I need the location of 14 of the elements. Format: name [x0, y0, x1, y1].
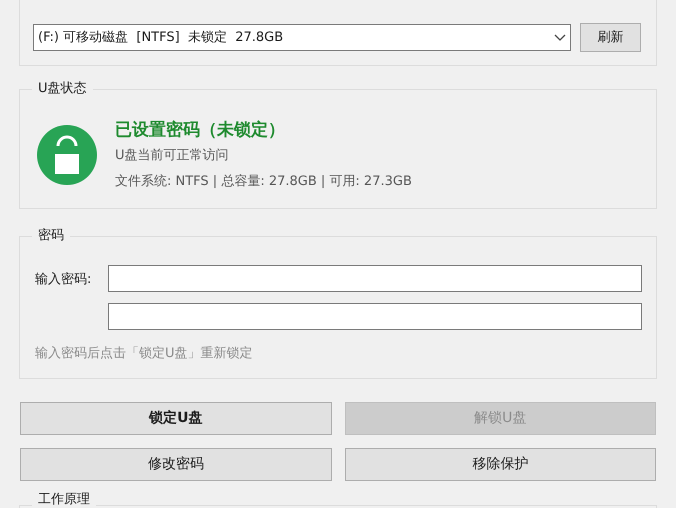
- confirm-password-field[interactable]: [108, 303, 642, 330]
- status-detail: U盘当前可正常访问: [115, 147, 230, 165]
- password-field[interactable]: [108, 265, 642, 292]
- action-button[interactable]: 锁定U盘: [20, 402, 332, 435]
- drive-dropdown[interactable]: (F:) 可移动磁盘 [NTFS] 未锁定 27.8GB: [33, 24, 571, 51]
- hint-text: 输入密码后点击「锁定U盘」重新锁定: [35, 345, 253, 363]
- action-button[interactable]: 移除保护: [344, 448, 656, 481]
- action-button[interactable]: 修改密码: [20, 448, 332, 481]
- refresh-button[interactable]: 刷新: [580, 23, 641, 52]
- group-title: 工作原理: [32, 492, 96, 508]
- field-label: 输入密码:: [35, 271, 92, 289]
- chevron-down-icon: [554, 34, 566, 42]
- drive-info: 文件系统: NTFS | 总容量: 27.8GB | 可用: 27.3GB: [115, 173, 412, 191]
- status-headline: 已设置密码（未锁定）: [115, 119, 286, 142]
